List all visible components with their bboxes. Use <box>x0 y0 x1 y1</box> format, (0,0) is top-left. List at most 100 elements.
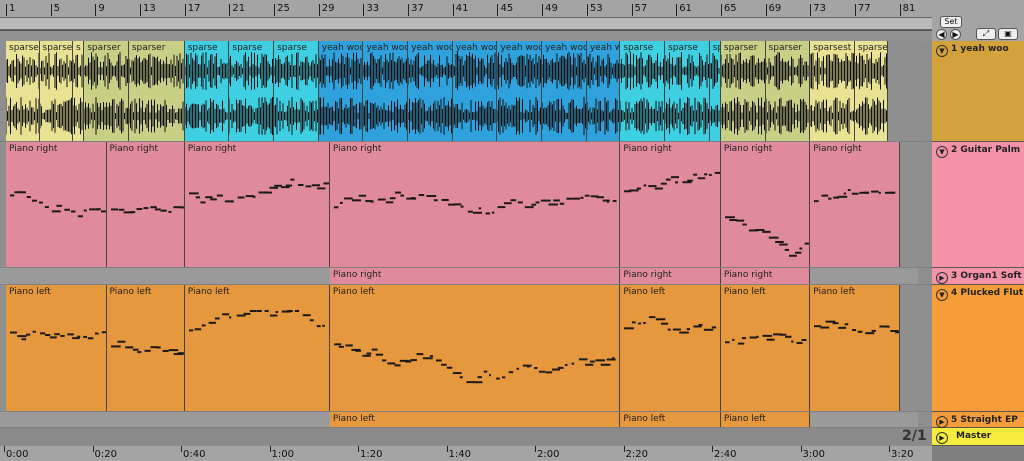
audio-clip[interactable]: yeah woo <box>542 41 587 141</box>
audio-clip[interactable]: yeah woo <box>497 41 543 141</box>
expand-icon[interactable]: ▶ <box>936 432 948 444</box>
time-label: 2:40 <box>714 449 737 460</box>
midi-notes <box>333 343 616 384</box>
waveform <box>229 52 274 135</box>
audio-clip[interactable]: yeah woo <box>318 41 364 141</box>
audio-clip[interactable]: sparses <box>854 41 889 141</box>
bar-ruler[interactable]: 1 5 9 13 17 21 25 29 33 37 41 45 49 53 57 61 65 69 73 77 81 <box>0 0 932 31</box>
midi-clip[interactable]: Piano right <box>810 142 900 267</box>
midi-clip[interactable]: Piano right <box>329 268 621 284</box>
audio-clip[interactable]: sparser <box>128 41 185 141</box>
clip-name: Piano left <box>723 414 766 424</box>
time-tick <box>535 446 536 452</box>
midi-clip[interactable]: Piano left <box>106 285 185 411</box>
midi-clip[interactable]: Piano left <box>620 285 721 411</box>
midi-notes <box>624 171 720 193</box>
audio-clip[interactable]: sparser <box>720 41 766 141</box>
track-header-master[interactable]: ▶ Master <box>932 428 1024 446</box>
midi-clip[interactable]: Piano left <box>720 285 811 411</box>
audio-clip[interactable]: sparser <box>765 41 811 141</box>
midi-clip[interactable]: Piano left <box>6 285 107 411</box>
lane-scroll-area <box>918 41 932 141</box>
track-lane-1[interactable]: sparsestsparsestssparsersparsersparsespa… <box>0 41 918 141</box>
audio-clip[interactable]: sparse <box>665 41 710 141</box>
prev-locator-icon[interactable]: ◀ <box>936 29 947 40</box>
track-name[interactable]: 3 Organ1 Soft <box>951 271 1022 281</box>
track-title: Straight EP <box>957 415 1018 425</box>
time-tick <box>712 446 713 452</box>
midi-notes <box>724 333 807 345</box>
midi-clip[interactable]: Piano left <box>720 412 811 427</box>
audio-clip[interactable]: yeah wo <box>586 41 621 141</box>
track-header-4[interactable]: ▼ 4 Plucked Flut <box>932 285 1024 412</box>
track-lane-2[interactable]: Piano right Piano right Piano right Piano r… <box>0 142 918 267</box>
midi-clip[interactable]: Piano right <box>329 142 621 267</box>
audio-clip[interactable]: sparse <box>229 41 275 141</box>
midi-clip[interactable]: Piano right <box>720 268 811 284</box>
time-label: 3:20 <box>891 449 914 460</box>
midi-clip[interactable]: Piano right <box>620 142 721 267</box>
audio-clip[interactable]: sparsest <box>39 41 73 141</box>
midi-clip[interactable]: Piano right <box>106 142 185 267</box>
midi-clip[interactable]: Piano right <box>620 268 721 284</box>
audio-clip[interactable]: yeah woo <box>408 41 453 141</box>
bar-number: 5 <box>53 3 61 14</box>
next-locator-icon[interactable]: ▶ <box>950 29 961 40</box>
waveform <box>720 52 765 135</box>
audio-clip[interactable]: yeah woo <box>363 41 409 141</box>
audio-clip[interactable]: sparse <box>274 41 319 141</box>
waveform <box>128 53 184 134</box>
time-label: 0:40 <box>183 449 206 460</box>
collapse-icon[interactable]: ▼ <box>936 146 948 158</box>
arrangement-view[interactable]: sparsestsparsestssparsersparsersparsespa… <box>0 41 932 446</box>
waveform <box>84 52 128 135</box>
track-header-3[interactable]: ▶ 3 Organ1 Soft <box>932 268 1024 285</box>
midi-clip[interactable]: Piano right <box>184 142 330 267</box>
audio-clip[interactable]: sparsest <box>6 41 40 141</box>
audio-clip[interactable]: sp <box>709 41 721 141</box>
overview-strip[interactable] <box>0 31 932 41</box>
track-header-5[interactable]: ▶ 5 Straight EP <box>932 412 1024 428</box>
time-ruler[interactable]: 0:00 0:20 0:40 1:00 1:20 1:40 2:00 2:20 2:40 3:00… <box>0 446 932 461</box>
track-lane-4[interactable]: Piano left Piano left Piano left Piano left… <box>0 285 918 411</box>
loop-bar[interactable] <box>0 17 932 30</box>
bar-number: 25 <box>277 3 290 14</box>
collapse-icon[interactable]: ▼ <box>936 45 948 57</box>
track-header-2[interactable]: ▼ 2 Guitar Palm <box>932 142 1024 268</box>
midi-notes <box>333 191 617 215</box>
midi-clip[interactable]: Piano left <box>810 285 900 411</box>
midi-clip[interactable]: Piano right <box>720 142 811 267</box>
midi-clip[interactable]: Piano left <box>620 412 721 427</box>
expand-icon[interactable]: ▶ <box>936 416 948 428</box>
lane-scroll-area <box>918 285 932 411</box>
audio-clip[interactable]: sparsest <box>810 41 855 141</box>
time-label: 3:00 <box>802 449 825 460</box>
midi-clip[interactable]: Piano left <box>329 285 621 411</box>
track-name[interactable]: 2 Guitar Palm <box>951 145 1020 155</box>
set-locator-button[interactable]: Set <box>940 16 962 28</box>
track-lane-3[interactable]: Piano right Piano right Piano right <box>0 268 918 284</box>
expand-icon[interactable]: ▶ <box>936 272 948 284</box>
time-tick <box>269 446 271 452</box>
audio-clip[interactable]: yeah woo <box>452 41 498 141</box>
midi-clip[interactable]: Piano left <box>184 285 330 411</box>
track-name[interactable]: 1 yeah woo <box>951 44 1009 54</box>
audio-clip[interactable]: s <box>73 41 85 141</box>
midi-clip[interactable]: Piano left <box>329 412 621 427</box>
bar-number: 17 <box>187 3 201 14</box>
audio-clip[interactable]: sparse <box>184 41 230 141</box>
zoom-icon[interactable]: ⤢ <box>976 28 996 40</box>
bar-number: 49 <box>545 3 558 14</box>
track-header-1[interactable]: ▼ 1 yeah woo <box>932 41 1024 142</box>
waveform <box>39 52 73 135</box>
track-name[interactable]: 5 Straight EP <box>951 415 1018 425</box>
midi-clip[interactable]: Piano right <box>6 142 107 267</box>
master-name[interactable]: Master <box>956 431 991 441</box>
audio-clip[interactable]: sparse <box>620 41 666 141</box>
master-lane[interactable] <box>0 428 932 446</box>
track-name[interactable]: 4 Plucked Flut <box>951 288 1023 298</box>
track-lane-5[interactable]: Piano left Piano left Piano left <box>0 412 918 427</box>
collapse-icon[interactable]: ▼ <box>936 289 948 301</box>
audio-clip[interactable]: sparser <box>84 41 129 141</box>
lock-icon[interactable]: ▣ <box>998 28 1018 40</box>
